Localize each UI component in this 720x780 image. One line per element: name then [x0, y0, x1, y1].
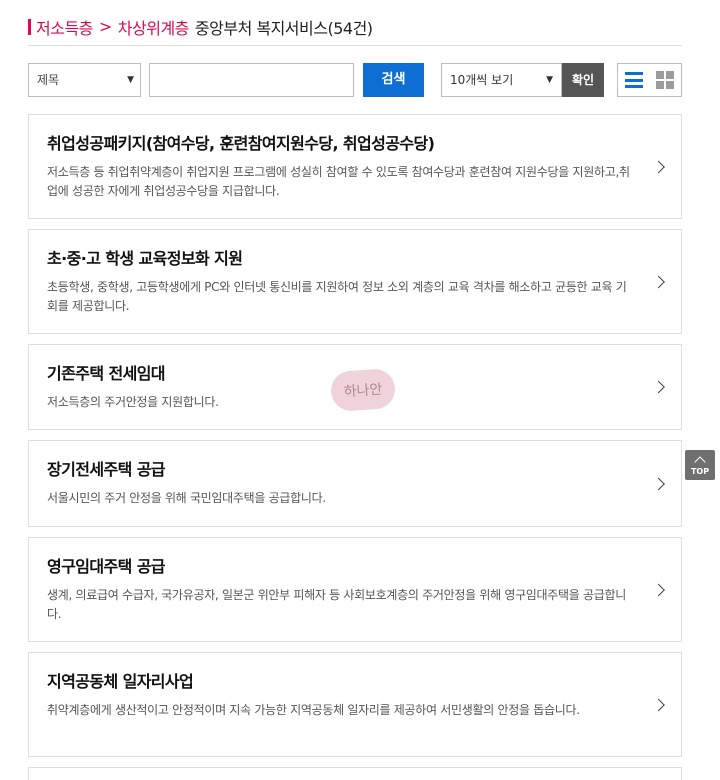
watermark-sticker: 하나안	[329, 367, 397, 413]
chevron-right-icon	[652, 160, 665, 173]
breadcrumb-separator: >	[98, 17, 112, 36]
chevron-right-icon	[652, 698, 665, 711]
dropdown-arrow-icon: ▼	[127, 75, 134, 85]
view-toggle	[617, 63, 682, 97]
grid-view-button[interactable]	[650, 64, 682, 96]
search-toolbar: 제목 ▼ 검색 10개씩 보기 ▼ 확인	[28, 63, 682, 97]
service-card[interactable]	[28, 767, 682, 780]
service-description: 저소득층 등 취업취약계층이 취업지원 프로그램에 성실히 참여할 수 있도록 …	[47, 165, 630, 198]
service-description: 서울시민의 주거 안정을 위해 국민임대주택을 공급합니다.	[47, 491, 326, 505]
page-size-select[interactable]: 10개씩 보기 ▼	[441, 63, 562, 97]
service-title: 장기전세주택 공급	[47, 460, 166, 479]
service-description: 취약계층에게 생산적이고 안정적이며 지속 가능한 지역공동체 일자리를 제공하…	[47, 703, 580, 717]
list-view-icon	[624, 72, 643, 88]
service-card[interactable]: 지역공동체 일자리사업 취약계층에게 생산적이고 안정적이며 지속 가능한 지역…	[28, 652, 682, 757]
search-field-select[interactable]: 제목 ▼	[28, 63, 141, 97]
page-title: 중앙부처 복지서비스(54건)	[194, 18, 373, 38]
dropdown-arrow-icon: ▼	[546, 75, 553, 85]
service-list: 취업성공패키지(참여수당, 훈련참여지원수당, 취업성공수당) 저소득층 등 취…	[28, 114, 682, 780]
service-description: 초등학생, 중학생, 고등학생에게 PC와 인터넷 통신비를 지원하여 정보 소…	[47, 280, 627, 313]
search-field-select-value: 제목	[37, 73, 60, 87]
chevron-right-icon	[652, 583, 665, 596]
chevron-right-icon	[652, 275, 665, 288]
chevron-up-icon	[694, 456, 706, 468]
search-input[interactable]	[149, 63, 354, 97]
service-card[interactable]: 초·중·고 학생 교육정보화 지원 초등학생, 중학생, 고등학생에게 PC와 …	[28, 229, 682, 334]
page-header: 저소득층 > 차상위계층 중앙부처 복지서비스(54건)	[28, 8, 682, 46]
confirm-button[interactable]: 확인	[562, 63, 604, 97]
service-description: 생계, 의료급여 수급자, 국가유공자, 일본군 위안부 피해자 등 사회보호계…	[47, 588, 626, 621]
grid-view-icon	[656, 71, 675, 89]
list-view-button[interactable]	[618, 64, 650, 96]
scroll-top-label: TOP	[690, 467, 710, 476]
service-card[interactable]: 취업성공패키지(참여수당, 훈련참여지원수당, 취업성공수당) 저소득층 등 취…	[28, 114, 682, 219]
service-card[interactable]: 장기전세주택 공급 서울시민의 주거 안정을 위해 국민임대주택을 공급합니다.	[28, 440, 682, 527]
page-size-select-value: 10개씩 보기	[450, 73, 514, 87]
breadcrumb-level2[interactable]: 차상위계층	[118, 15, 190, 39]
chevron-right-icon	[652, 477, 665, 490]
service-title: 영구임대주택 공급	[47, 557, 166, 576]
chevron-right-icon	[652, 380, 665, 394]
service-title: 취업성공패키지(참여수당, 훈련참여지원수당, 취업성공수당)	[47, 134, 435, 153]
service-title: 초·중·고 학생 교육정보화 지원	[47, 249, 243, 268]
search-button[interactable]: 검색	[363, 63, 424, 97]
header-accent-bar	[28, 18, 31, 35]
service-title: 지역공동체 일자리사업	[47, 672, 194, 691]
breadcrumb-level1[interactable]: 저소득층	[36, 15, 93, 39]
service-card[interactable]: 영구임대주택 공급 생계, 의료급여 수급자, 국가유공자, 일본군 위안부 피…	[28, 537, 682, 642]
scroll-top-button[interactable]: TOP	[685, 450, 715, 480]
